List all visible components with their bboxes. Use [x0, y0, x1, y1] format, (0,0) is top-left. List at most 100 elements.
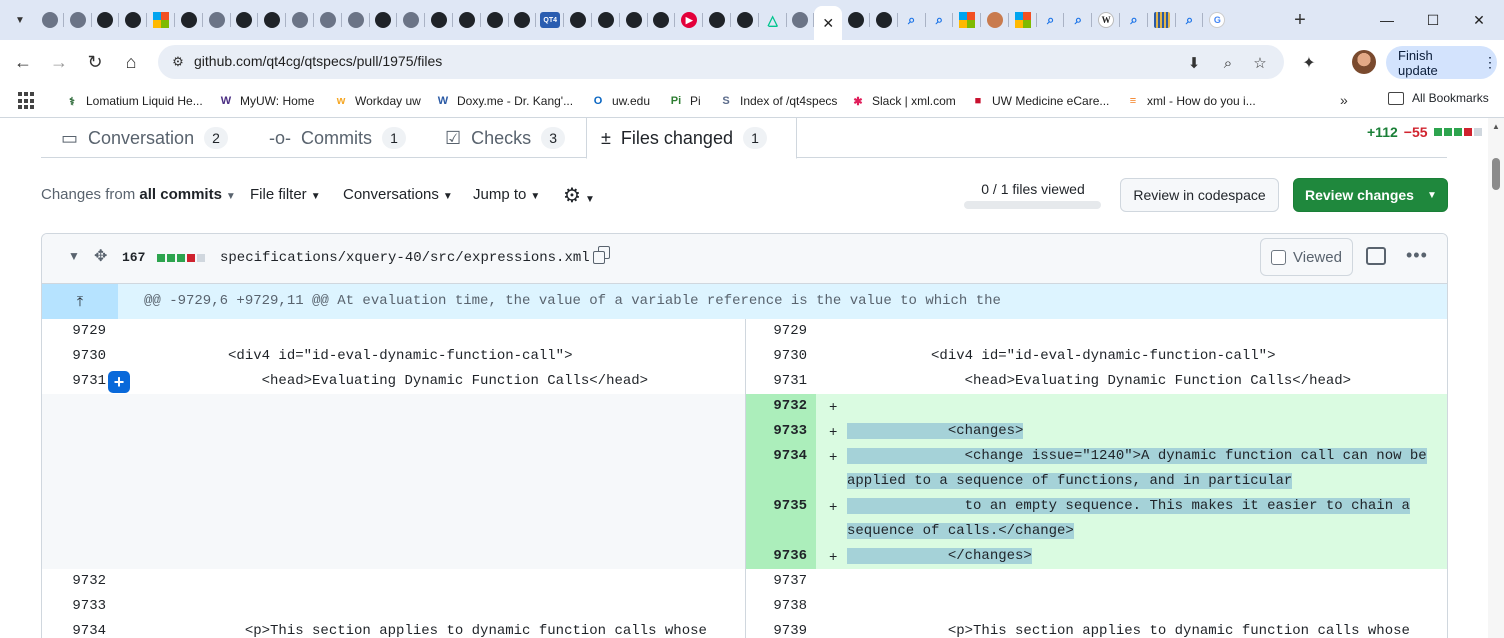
forward-button[interactable]: → [45, 48, 73, 76]
tab-files-changed[interactable]: ± Files changed 1 [586, 118, 797, 159]
bookmark-item[interactable]: w Workday uw [333, 91, 421, 111]
right-line-number[interactable]: 9731 [747, 373, 807, 389]
browser-tab[interactable]: ✕ [814, 6, 843, 40]
zoom-icon[interactable]: ⌕ [1216, 51, 1240, 75]
kebab-menu-icon[interactable]: ••• [1406, 245, 1428, 266]
browser-tab[interactable]: ⌕ [926, 6, 954, 34]
caret-down-icon[interactable]: ▼ [1417, 179, 1447, 211]
bookmarks-overflow-button[interactable]: » [1340, 92, 1348, 108]
bookmark-item[interactable]: Pi Pi [668, 91, 701, 111]
browser-tab[interactable] [842, 6, 870, 34]
browser-tab[interactable] [64, 6, 92, 34]
browser-tab[interactable] [787, 6, 815, 34]
right-line-number[interactable]: 9729 [747, 323, 807, 339]
browser-tab[interactable] [119, 6, 147, 34]
right-line-number[interactable]: 9734 [747, 448, 807, 464]
viewed-checkbox[interactable]: Viewed [1260, 238, 1353, 276]
file-path[interactable]: specifications/xquery-40/src/expressions… [220, 250, 590, 266]
right-line-number[interactable]: 9737 [747, 573, 807, 589]
browser-tab[interactable]: ⌕ [1176, 6, 1204, 34]
scroll-up-arrow-icon[interactable]: ▲ [1492, 122, 1500, 131]
bookmark-item[interactable]: S Index of /qt4specs [718, 91, 837, 111]
copy-icon[interactable] [592, 246, 612, 266]
browser-tab[interactable] [620, 6, 648, 34]
reload-button[interactable]: ↻ [81, 48, 109, 76]
scroll-thumb[interactable] [1492, 158, 1500, 190]
jump-to-dropdown[interactable]: Jump to ▼ [473, 186, 540, 203]
changes-from-dropdown[interactable]: Changes from all commits ▼ [41, 186, 236, 203]
browser-tab[interactable]: ▶ [675, 6, 703, 34]
browser-tab[interactable] [1009, 6, 1037, 34]
bookmark-item[interactable]: ⚕ Lomatium Liquid He... [64, 91, 203, 111]
settings-gear-icon[interactable]: ⚙ ▼ [563, 183, 595, 208]
expand-up-icon[interactable]: ⤒ [42, 284, 118, 319]
expand-all-icon[interactable]: ✥ [94, 246, 107, 266]
browser-tab[interactable] [92, 6, 120, 34]
browser-tab[interactable]: ⌕ [1037, 6, 1065, 34]
browser-tab[interactable] [370, 6, 398, 34]
bookmark-item[interactable]: ✱ Slack | xml.com [850, 91, 955, 111]
site-info-icon[interactable]: ⚙ [166, 50, 190, 74]
browser-tab[interactable] [703, 6, 731, 34]
browser-tab[interactable] [36, 6, 64, 34]
minimize-button[interactable]: — [1364, 6, 1410, 34]
url-text[interactable]: github.com/qt4cg/qtspecs/pull/1975/files [194, 53, 442, 69]
browser-tab[interactable] [286, 6, 314, 34]
browser-tab[interactable] [231, 6, 259, 34]
new-tab-button[interactable]: + [1288, 8, 1312, 32]
comment-icon[interactable] [1366, 247, 1386, 265]
review-in-codespace-button[interactable]: Review in codespace [1120, 178, 1279, 212]
tab-conversation[interactable]: ▭ Conversation 2 [61, 118, 229, 158]
browser-tab[interactable] [509, 6, 537, 34]
extensions-icon[interactable]: ✦ [1296, 50, 1322, 76]
browser-tab[interactable] [870, 6, 898, 34]
left-line-number[interactable]: 9734 [46, 623, 106, 638]
browser-tab[interactable] [648, 6, 676, 34]
right-line-number[interactable]: 9732 [747, 398, 807, 414]
review-changes-button[interactable]: Review changes ▼ [1293, 178, 1448, 212]
home-button[interactable]: ⌂ [117, 48, 145, 76]
right-line-number[interactable]: 9739 [747, 623, 807, 638]
collapse-chevron-icon[interactable]: ▼ [68, 249, 80, 263]
left-line-number[interactable]: 9730 [46, 348, 106, 364]
apps-grid-icon[interactable] [18, 92, 36, 110]
bookmark-item[interactable]: ≡ xml - How do you i... [1125, 91, 1256, 111]
bookmark-item[interactable]: W MyUW: Home [218, 91, 315, 111]
browser-tab[interactable] [481, 6, 509, 34]
browser-tab[interactable]: ⌕ [1120, 6, 1148, 34]
maximize-button[interactable]: ☐ [1410, 6, 1456, 34]
right-line-number[interactable]: 9733 [747, 423, 807, 439]
tab-checks[interactable]: ☑ Checks 3 [445, 118, 566, 158]
conversations-dropdown[interactable]: Conversations ▼ [343, 186, 453, 203]
right-line-number[interactable]: 9735 [747, 498, 807, 514]
browser-tab[interactable] [425, 6, 453, 34]
back-button[interactable]: ← [9, 48, 37, 76]
left-line-number[interactable]: 9731 [46, 373, 106, 389]
browser-tab[interactable] [175, 6, 203, 34]
address-bar[interactable]: ⚙ github.com/qt4cg/qtspecs/pull/1975/fil… [158, 45, 1284, 79]
browser-tab[interactable]: QT4 [536, 6, 564, 34]
finish-update-button[interactable]: Finish update ⋮ [1386, 46, 1497, 79]
browser-tab[interactable] [203, 6, 231, 34]
bookmark-item[interactable]: ■ UW Medicine eCare... [970, 91, 1110, 111]
browser-tab[interactable]: △ [759, 6, 787, 34]
browser-tab[interactable] [981, 6, 1009, 34]
page-scrollbar[interactable]: ▲ [1488, 118, 1504, 638]
bookmark-star-icon[interactable]: ☆ [1248, 51, 1272, 75]
tab-commits[interactable]: -o- Commits 1 [269, 118, 406, 158]
install-app-icon[interactable]: ⬇ [1182, 51, 1206, 75]
browser-tab[interactable]: ⌕ [898, 6, 926, 34]
browser-tab[interactable] [564, 6, 592, 34]
add-comment-button[interactable]: + [108, 371, 130, 393]
all-bookmarks-button[interactable]: All Bookmarks [1388, 91, 1489, 105]
left-line-number[interactable]: 9732 [46, 573, 106, 589]
browser-tab[interactable]: ⌕ [1064, 6, 1093, 34]
bookmark-item[interactable]: Ouw.edu [590, 91, 650, 111]
browser-tab[interactable] [953, 6, 981, 34]
browser-tab[interactable] [1148, 6, 1176, 34]
browser-tab[interactable] [592, 6, 620, 34]
profile-avatar[interactable] [1352, 50, 1376, 74]
right-line-number[interactable]: 9738 [747, 598, 807, 614]
browser-tab[interactable] [147, 6, 175, 34]
left-line-number[interactable]: 9733 [46, 598, 106, 614]
